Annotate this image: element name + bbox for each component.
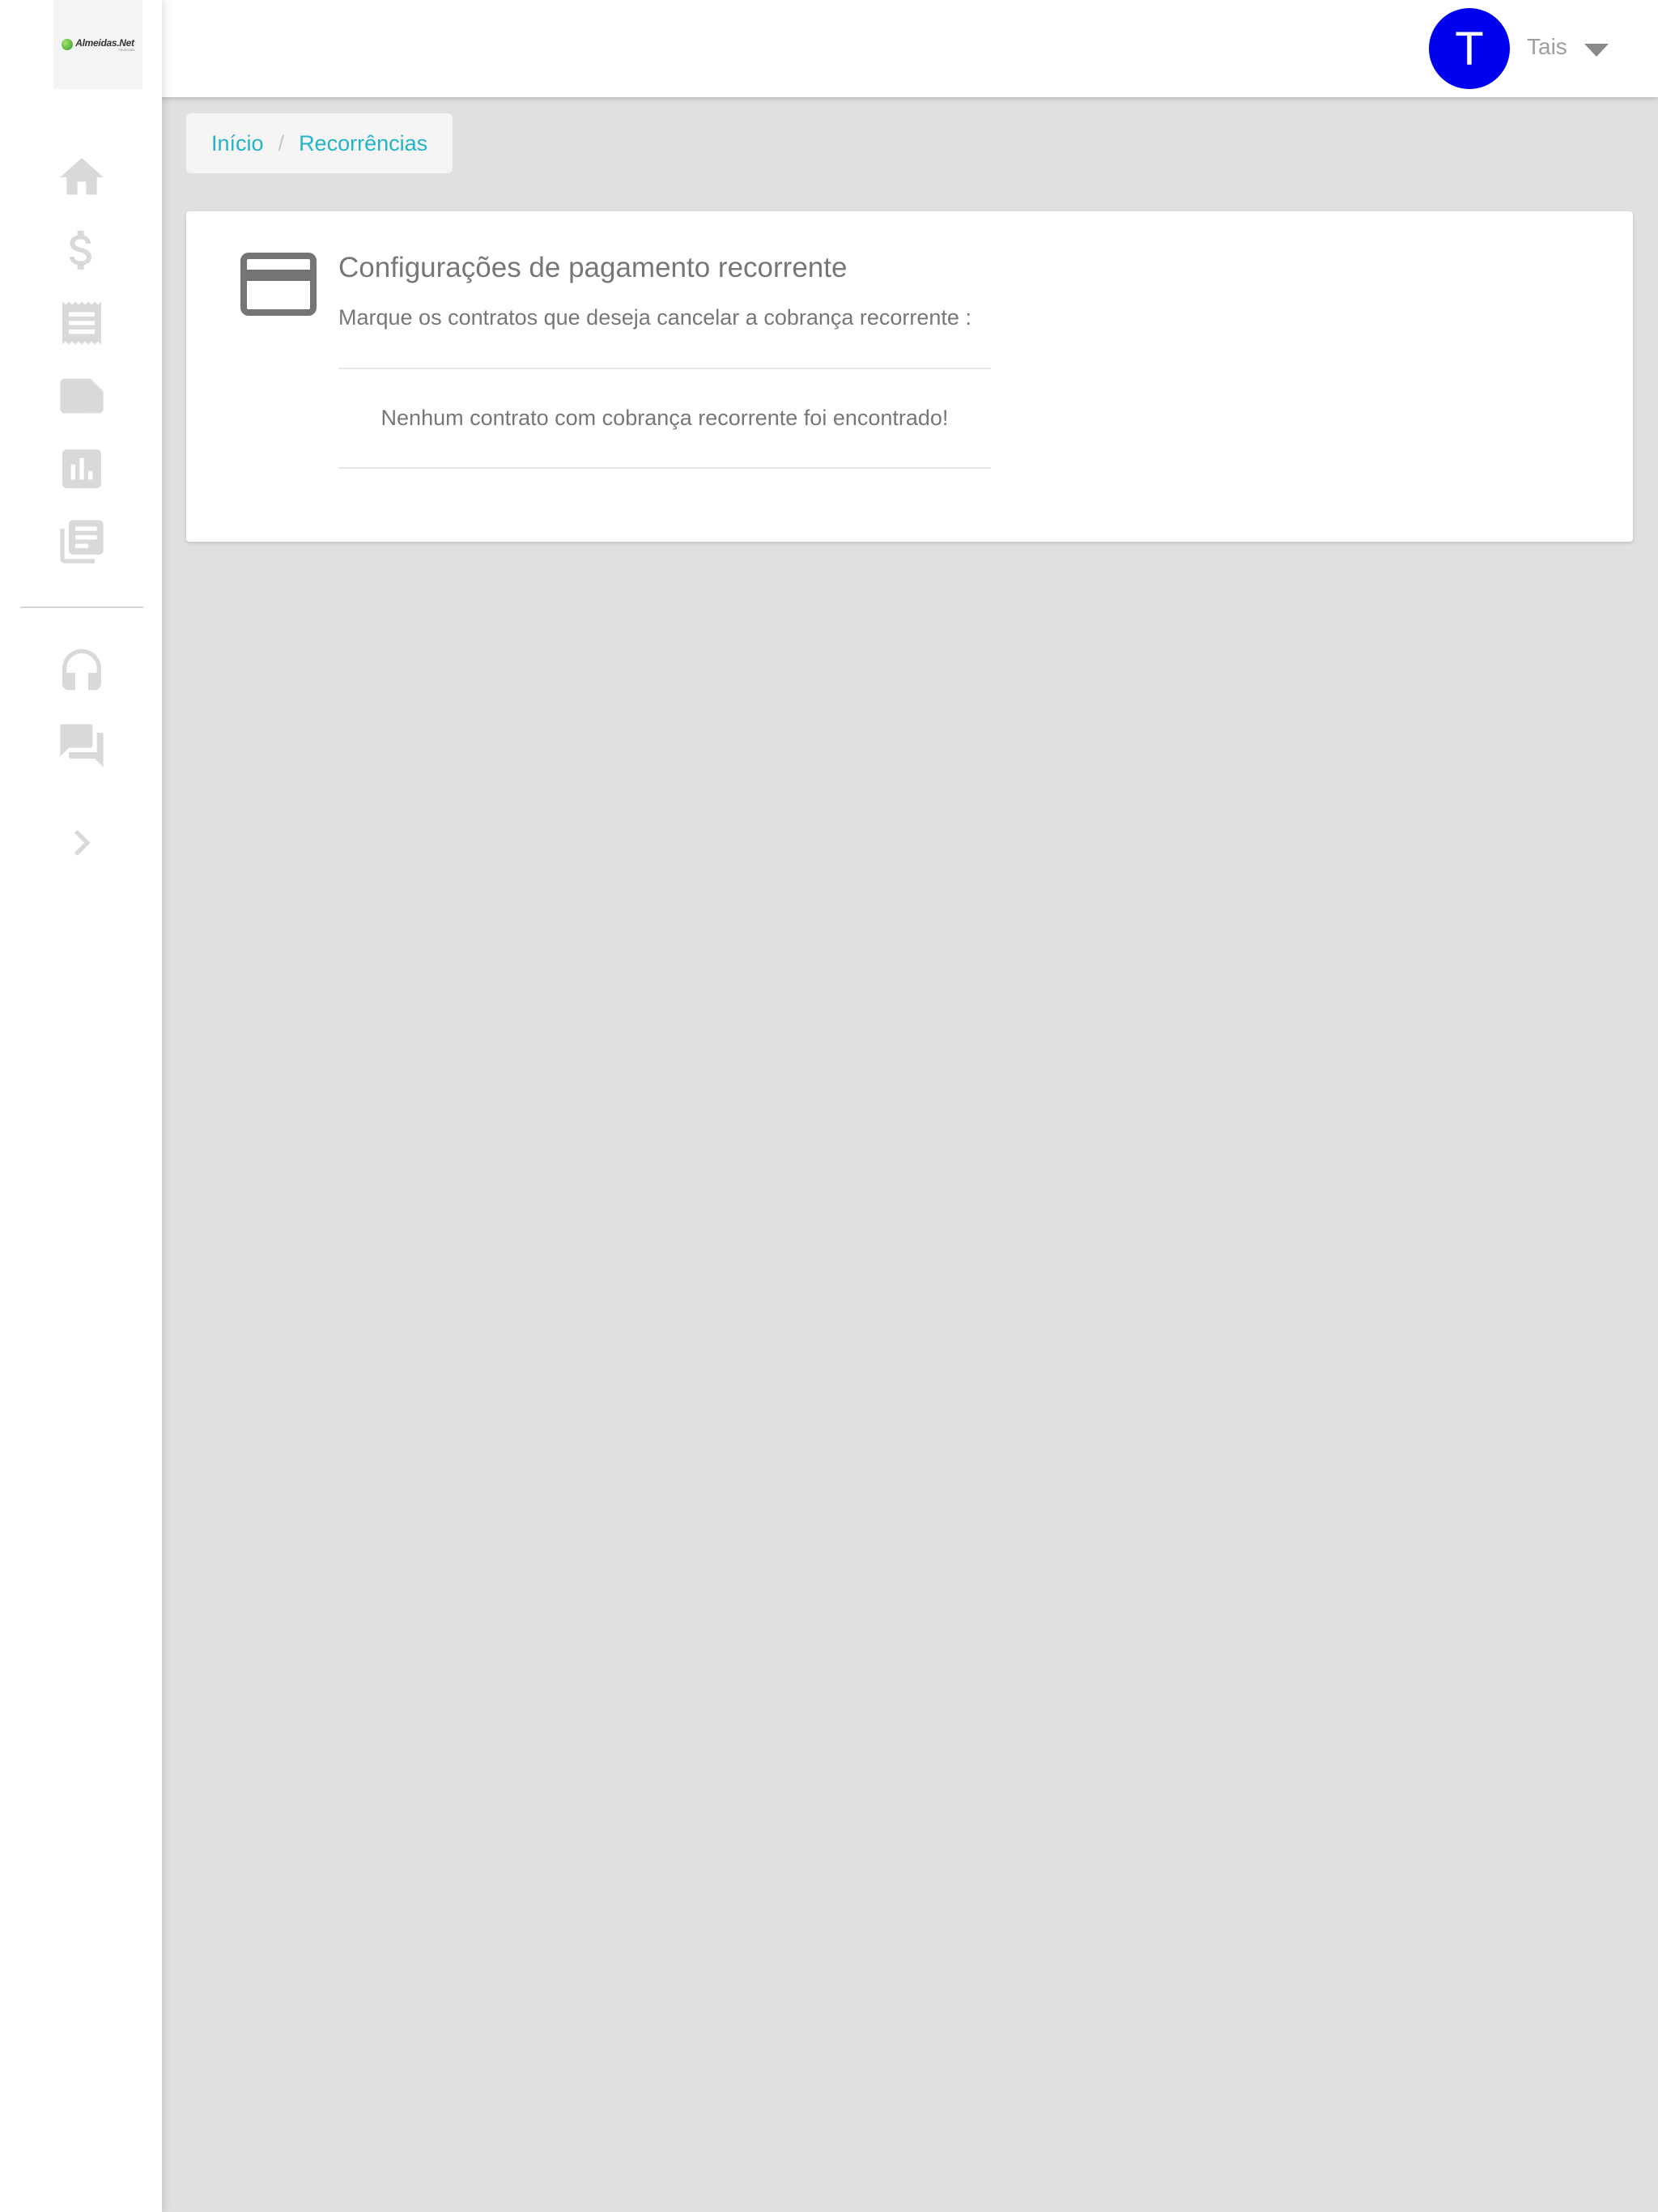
sidebar-item-invoices[interactable] [53, 295, 110, 351]
empty-state: Nenhum contrato com cobrança recorrente … [338, 368, 991, 469]
sidebar: Almeidas.Net TELECOM [0, 0, 162, 2212]
sidebar-expand-button[interactable] [53, 815, 110, 871]
card-title: Configurações de pagamento recorrente [338, 252, 848, 283]
sidebar-item-home[interactable] [53, 149, 110, 206]
globe-logo-icon [62, 39, 74, 50]
card-subtitle: Marque os contratos que deseja cancelar … [338, 305, 971, 330]
sidebar-item-consumption[interactable] [53, 440, 110, 497]
home-icon [60, 158, 104, 195]
breadcrumb-current-link[interactable]: Recorrências [299, 131, 427, 156]
bar-chart-icon [62, 449, 101, 488]
caret-down-icon[interactable] [1584, 44, 1609, 57]
recurring-payment-card: Configurações de pagamento recorrente Ma… [186, 211, 1633, 542]
avatar-initial: T [1455, 22, 1484, 75]
headset-icon [62, 649, 101, 691]
user-name[interactable]: Tais [1527, 34, 1567, 60]
library-books-icon [60, 520, 104, 564]
sidebar-item-financial[interactable] [53, 222, 110, 279]
receipt-icon [62, 301, 101, 345]
sidebar-item-chat[interactable] [53, 717, 110, 774]
sidebar-divider [20, 606, 143, 608]
logo[interactable]: Almeidas.Net TELECOM [53, 0, 142, 89]
dollar-icon [69, 231, 91, 270]
note-icon [60, 378, 104, 414]
logo-subtext: TELECOM [118, 47, 134, 52]
user-avatar[interactable]: T [1429, 8, 1510, 89]
credit-card-icon [240, 253, 317, 316]
breadcrumb-separator: / [278, 130, 285, 155]
chevron-right-icon [74, 830, 91, 856]
breadcrumb-home-link[interactable]: Início [211, 131, 264, 156]
sidebar-item-contracts[interactable] [53, 368, 110, 424]
sidebar-item-documents[interactable] [53, 513, 110, 570]
top-bar: T Tais [0, 0, 1658, 97]
empty-state-message: Nenhum contrato com cobrança recorrente … [380, 406, 949, 430]
logo-name: Almeidas.Net [75, 36, 134, 49]
forum-icon [60, 724, 104, 768]
breadcrumb: Início / Recorrências [186, 113, 453, 173]
app-root: T Tais Almeidas.Net TELECOM Início / Rec… [0, 0, 1658, 2212]
sidebar-item-support[interactable] [53, 644, 110, 701]
